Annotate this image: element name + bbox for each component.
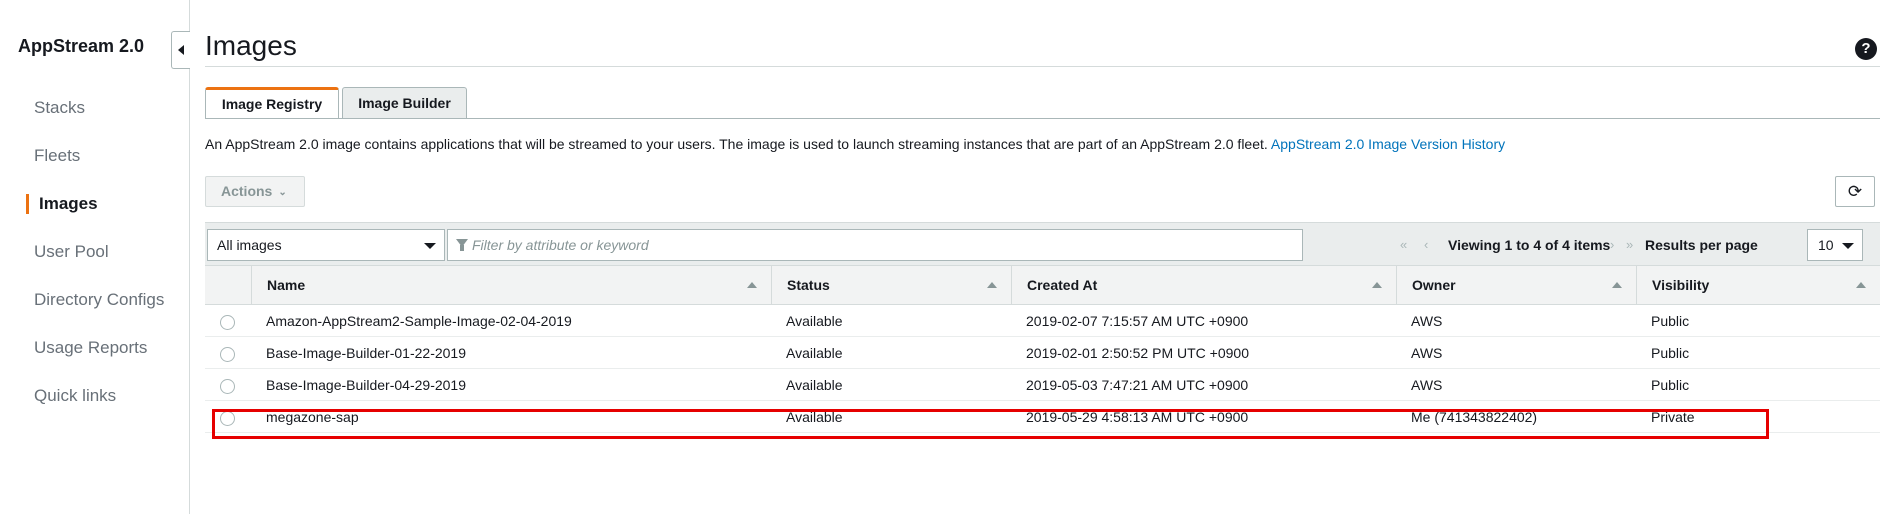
cell-status: Available [786,377,843,393]
actions-button[interactable]: Actions ⌄ [205,176,305,207]
app-brand: AppStream 2.0 [18,36,145,56]
cell-visibility: Public [1651,313,1690,329]
image-type-select-value: All images [217,237,282,253]
page-description: An AppStream 2.0 image contains applicat… [205,136,1505,152]
row-select-radio[interactable] [220,347,235,362]
chevron-left-icon [178,45,184,55]
cell-name: Base-Image-Builder-01-22-2019 [266,345,466,361]
cell-owner: AWS [1411,345,1443,361]
last-page-icon[interactable]: » [1626,229,1633,261]
caret-down-icon [1842,243,1854,249]
image-type-select[interactable]: All images [207,229,445,261]
filter-bar: All images « ‹ Viewing 1 to 4 of 4 items… [205,222,1880,265]
actions-label: Actions [221,183,273,199]
caret-down-icon [424,243,436,249]
cell-created-at: 2019-05-03 7:47:21 AM UTC +0900 [1026,377,1249,393]
sort-icon [1612,282,1622,288]
sidebar-item-quick-links[interactable]: Quick links [0,372,189,420]
title-divider [205,66,1880,67]
first-page-icon[interactable]: « [1400,229,1407,261]
sort-icon [747,282,757,288]
chevron-down-icon: ⌄ [278,187,287,198]
images-table: Name Status Created At Owner Visibility … [205,265,1880,439]
page-title: Images [205,30,297,61]
column-header-owner[interactable]: Owner [1396,266,1636,305]
filter-input[interactable] [472,230,1292,260]
tab-image-registry[interactable]: Image Registry [205,87,339,119]
results-per-page-label: Results per page [1645,237,1758,253]
table-row[interactable]: Amazon-AppStream2-Sample-Image-02-04-201… [205,305,1880,337]
help-icon[interactable]: ? [1855,38,1877,60]
cell-name: Amazon-AppStream2-Sample-Image-02-04-201… [266,313,572,329]
sort-icon [987,282,997,288]
select-column-header [205,266,251,305]
cell-owner: AWS [1411,377,1443,393]
sidebar-item-stacks[interactable]: Stacks [0,84,189,132]
sidebar: AppStream 2.0 Stacks Fleets Images User … [0,0,190,514]
column-header-name[interactable]: Name [251,266,771,305]
table-row[interactable]: Base-Image-Builder-04-29-2019 Available … [205,369,1880,401]
previous-page-icon[interactable]: ‹ [1424,229,1428,261]
column-header-status[interactable]: Status [771,266,1011,305]
results-per-page-select[interactable]: 10 [1807,229,1863,261]
tab-divider [205,118,1880,119]
table-row[interactable]: Base-Image-Builder-01-22-2019 Available … [205,337,1880,369]
cell-status: Available [786,313,843,329]
sidebar-item-directory-configs[interactable]: Directory Configs [0,276,189,324]
cell-visibility: Public [1651,345,1690,361]
filter-search[interactable] [447,229,1303,261]
sidebar-item-images[interactable]: Images [0,180,189,228]
cell-created-at: 2019-02-01 2:50:52 PM UTC +0900 [1026,345,1249,361]
column-header-created-at[interactable]: Created At [1011,266,1396,305]
column-header-visibility[interactable]: Visibility [1636,266,1880,305]
refresh-icon: ⟳ [1847,182,1863,201]
sidebar-item-fleets[interactable]: Fleets [0,132,189,180]
description-text: An AppStream 2.0 image contains applicat… [205,136,1271,152]
table-header: Name Status Created At Owner Visibility [205,265,1880,305]
sidebar-collapse-button[interactable] [171,31,190,69]
row-select-radio[interactable] [220,379,235,394]
cell-owner: AWS [1411,313,1443,329]
next-page-icon[interactable]: › [1610,229,1614,261]
cell-visibility: Public [1651,377,1690,393]
sort-icon [1372,282,1382,288]
tab-image-builder[interactable]: Image Builder [342,87,467,119]
cell-name: Base-Image-Builder-04-29-2019 [266,377,466,393]
sidebar-item-usage-reports[interactable]: Usage Reports [0,324,189,372]
image-version-history-link[interactable]: AppStream 2.0 Image Version History [1271,136,1505,152]
sort-icon [1856,282,1866,288]
refresh-button[interactable]: ⟳ [1835,176,1875,207]
viewing-count: Viewing 1 to 4 of 4 items [1448,237,1611,253]
cell-created-at: 2019-02-07 7:15:57 AM UTC +0900 [1026,313,1249,329]
cell-status: Available [786,345,843,361]
results-per-page-value: 10 [1818,237,1834,253]
row-select-radio[interactable] [220,315,235,330]
sidebar-nav: Stacks Fleets Images User Pool Directory… [0,84,189,420]
highlight-box [212,409,1769,439]
sidebar-item-user-pool[interactable]: User Pool [0,228,189,276]
